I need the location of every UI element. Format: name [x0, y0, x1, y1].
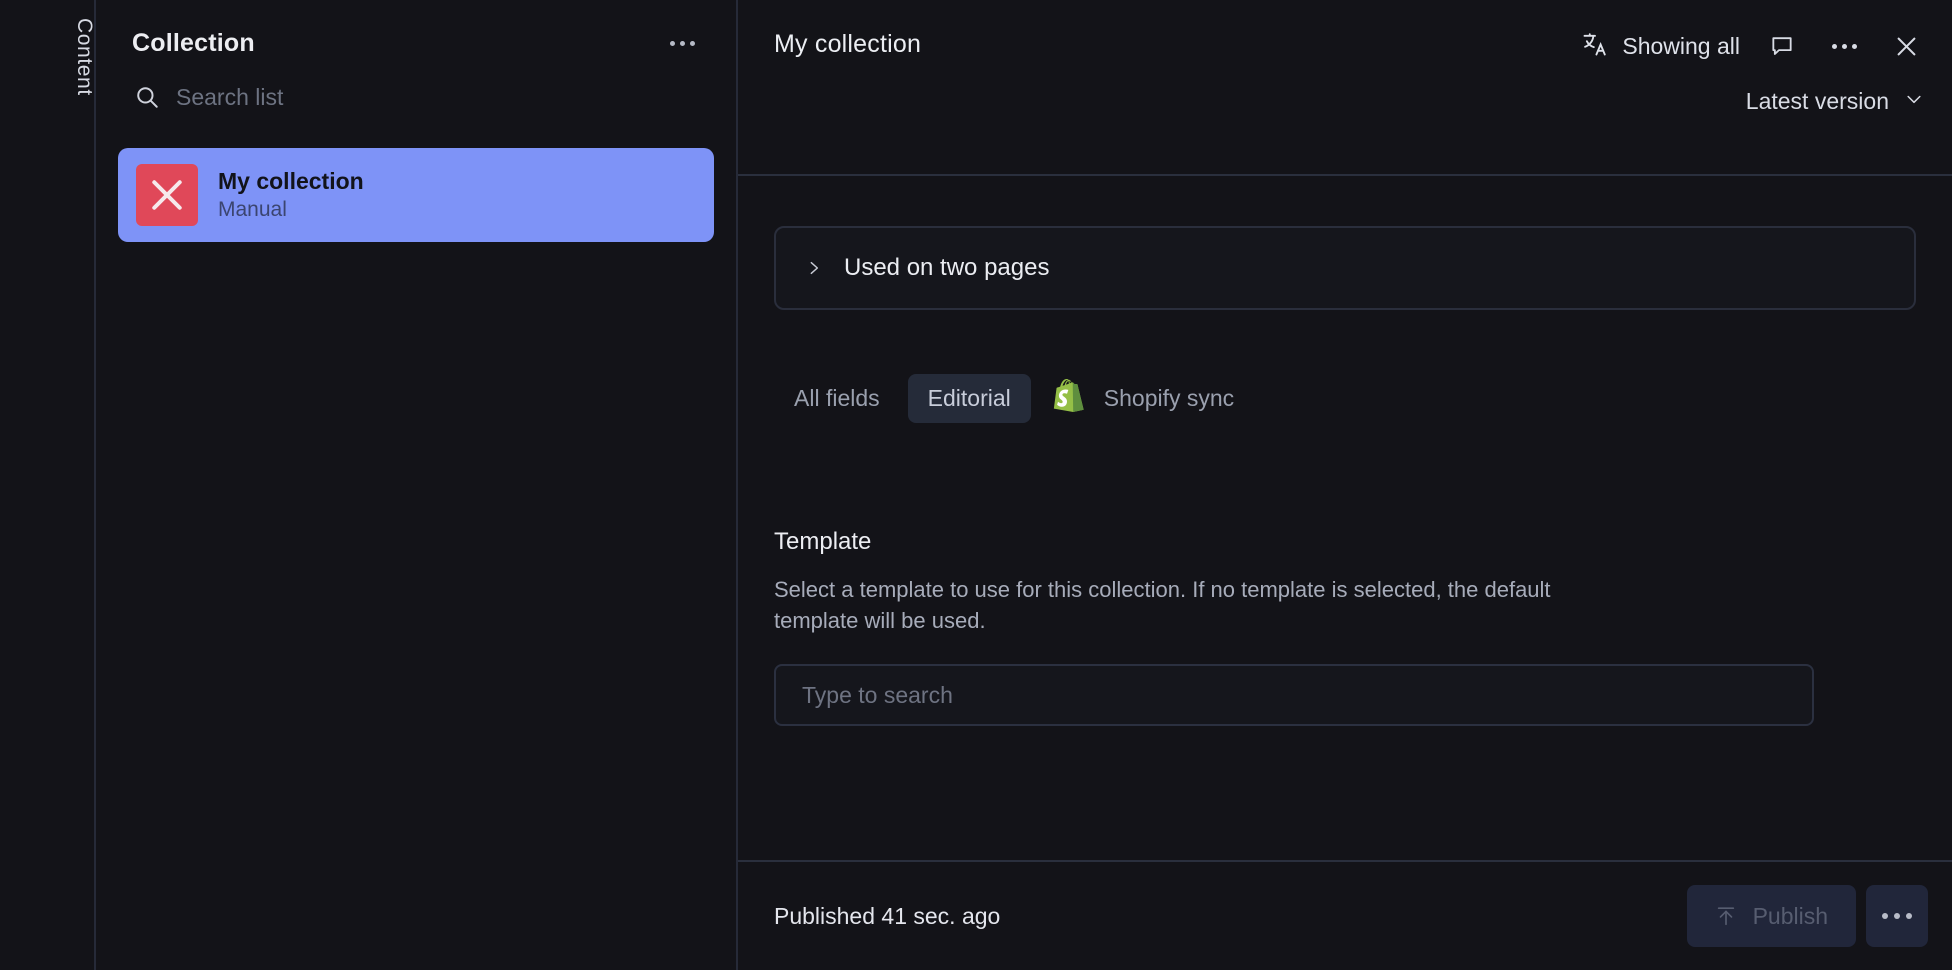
- close-button[interactable]: [1886, 26, 1926, 66]
- upload-icon: [1715, 904, 1737, 928]
- list-item-title: My collection: [218, 167, 364, 194]
- header-actions: Showing all: [1581, 26, 1926, 66]
- template-search-input[interactable]: [802, 681, 1786, 709]
- page-title: My collection: [774, 30, 922, 58]
- document-body: Used on two pages All fields Editorial S…: [738, 178, 1952, 860]
- footer-more-button[interactable]: [1866, 885, 1928, 947]
- used-on-pages-label: Used on two pages: [844, 254, 1050, 281]
- chevron-right-icon: [806, 260, 822, 276]
- version-selector[interactable]: Latest version: [1746, 88, 1924, 115]
- search-icon: [134, 84, 160, 110]
- ellipsis-icon: [1851, 43, 1857, 49]
- template-field-block: Template Select a template to use for th…: [774, 528, 1814, 727]
- ellipsis-icon: [1882, 913, 1888, 919]
- tab-shopify-sync-label: Shopify sync: [1103, 384, 1235, 411]
- template-field-description: Select a template to use for this collec…: [774, 577, 1551, 634]
- translation-filter-label: Showing all: [1622, 32, 1740, 59]
- template-field-label: Template: [774, 528, 872, 555]
- ellipsis-icon: [1894, 913, 1900, 919]
- chevron-down-icon: [1904, 89, 1924, 114]
- footer-actions: Publish: [1686, 885, 1928, 947]
- rail-label-content[interactable]: Content: [0, 18, 96, 96]
- ellipsis-icon: [1831, 43, 1837, 49]
- tab-editorial[interactable]: Editorial: [907, 373, 1031, 423]
- tab-shopify-sync[interactable]: Shopify sync: [1039, 368, 1254, 428]
- publish-button-label: Publish: [1752, 902, 1828, 929]
- collection-items: My collection Manual: [96, 114, 736, 242]
- comments-button[interactable]: [1762, 26, 1802, 66]
- used-on-pages-accordion[interactable]: Used on two pages: [774, 226, 1916, 310]
- publish-button[interactable]: Publish: [1686, 885, 1856, 947]
- ellipsis-icon: [689, 40, 695, 46]
- document-pane: My collection Showing all Latest version…: [738, 0, 1952, 970]
- list-item-texts: My collection Manual: [218, 167, 364, 224]
- search-input[interactable]: [176, 83, 702, 111]
- document-header: My collection Showing all Latest version: [738, 0, 1952, 176]
- ellipsis-icon: [1906, 913, 1912, 919]
- document-more-button[interactable]: [1824, 26, 1864, 66]
- template-search-field[interactable]: [774, 664, 1814, 727]
- tab-all-fields[interactable]: All fields: [774, 374, 900, 423]
- app-window: Content Collection My collectio: [0, 0, 1952, 970]
- document-footer: Published 41 sec. ago Publish: [738, 860, 1952, 970]
- shopify-icon: [1053, 379, 1087, 417]
- left-rail: Content: [0, 0, 96, 970]
- broken-image-icon: [136, 164, 198, 226]
- publish-status: Published 41 sec. ago: [774, 902, 1001, 929]
- list-item-my-collection[interactable]: My collection Manual: [118, 148, 714, 242]
- translate-icon: [1581, 30, 1609, 63]
- ellipsis-icon: [1841, 43, 1847, 49]
- field-group-tabs: All fields Editorial Shopify sync: [774, 368, 1952, 428]
- collection-more-button[interactable]: [662, 28, 702, 58]
- version-label: Latest version: [1745, 88, 1889, 114]
- collection-list-title: Collection: [132, 28, 255, 57]
- ellipsis-icon: [679, 40, 685, 46]
- collection-list-pane: Collection My collection Manual: [96, 0, 738, 970]
- collection-list-header: Collection: [96, 0, 736, 58]
- ellipsis-icon: [669, 40, 675, 46]
- collection-search-row: [96, 58, 736, 114]
- list-item-subtitle: Manual: [218, 198, 287, 222]
- translation-filter-button[interactable]: Showing all: [1581, 30, 1740, 63]
